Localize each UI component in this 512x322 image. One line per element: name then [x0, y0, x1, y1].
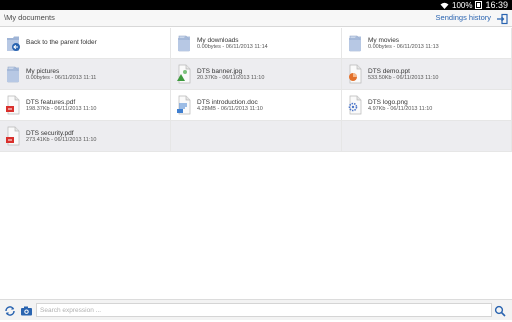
item-meta: 4.28MB - 06/11/2013 11:10	[197, 106, 263, 112]
refresh-icon[interactable]	[4, 304, 16, 316]
folder-icon	[5, 64, 21, 84]
item-name: My pictures	[26, 68, 60, 75]
battery-icon	[475, 1, 483, 9]
folder-icon	[347, 33, 363, 53]
item-name: DTS demo.ppt	[368, 68, 410, 75]
jpg-file-icon	[176, 64, 192, 84]
parent-folder-icon	[5, 33, 21, 53]
item-name: DTS introduction.doc	[197, 99, 258, 106]
folder-item[interactable]: My downloads 0.00bytes - 06/11/2013 11:14	[171, 28, 342, 59]
item-meta: 4.97Kb - 06/11/2013 11:10	[368, 106, 433, 112]
file-item[interactable]: DTS security.pdf 273.41Kb - 06/11/2013 11…	[0, 121, 171, 152]
pdf-file-icon	[5, 95, 21, 115]
empty-cell	[342, 121, 512, 152]
folder-item[interactable]: My movies 0.00bytes - 06/11/2013 11:13	[342, 28, 512, 59]
item-meta: 198.37Kb - 06/11/2013 11:10	[26, 106, 97, 112]
png-file-icon	[347, 95, 363, 115]
status-bar: 100% 16:39	[0, 0, 512, 10]
doc-file-icon	[176, 95, 192, 115]
search-input[interactable]	[36, 303, 492, 317]
file-item[interactable]: DTS introduction.doc 4.28MB - 06/11/2013 …	[171, 90, 342, 121]
item-meta: 0.00bytes - 06/11/2013 11:14	[197, 44, 268, 50]
parent-folder-item[interactable]: Back to the parent folder	[0, 28, 171, 59]
item-meta: 0.00bytes - 06/11/2013 11:13	[368, 44, 439, 50]
export-icon[interactable]	[496, 12, 508, 25]
bottom-toolbar	[0, 299, 512, 320]
camera-icon[interactable]	[20, 304, 33, 316]
sendings-history-link[interactable]: Sendings history	[436, 13, 491, 22]
item-name: DTS security.pdf	[26, 130, 74, 137]
folder-icon	[176, 33, 192, 53]
file-item[interactable]: DTS logo.png 4.97Kb - 06/11/2013 11:10	[342, 90, 512, 121]
item-name: DTS logo.png	[368, 99, 408, 106]
empty-cell	[171, 121, 342, 152]
file-item[interactable]: DTS banner.jpg 20.37Kb - 06/11/2013 11:10	[171, 59, 342, 90]
item-name: My downloads	[197, 37, 239, 44]
file-item[interactable]: DTS demo.ppt 533.50Kb - 06/11/2013 11:10	[342, 59, 512, 90]
item-meta: 0.00bytes - 06/11/2013 11:11	[26, 75, 97, 81]
item-meta: 533.50Kb - 06/11/2013 11:10	[368, 75, 439, 81]
clock: 16:39	[485, 0, 508, 10]
header-bar: \My documents Sendings history	[0, 10, 512, 27]
search-icon[interactable]	[494, 304, 506, 317]
wifi-icon	[440, 2, 449, 9]
item-name: DTS banner.jpg	[197, 68, 243, 75]
battery-percent: 100%	[452, 0, 473, 10]
ppt-file-icon	[347, 64, 363, 84]
item-name: DTS features.pdf	[26, 99, 76, 106]
pdf-file-icon	[5, 126, 21, 146]
file-item[interactable]: DTS features.pdf 198.37Kb - 06/11/2013 11…	[0, 90, 171, 121]
current-path: \My documents	[4, 13, 55, 22]
item-name: Back to the parent folder	[26, 39, 97, 46]
item-name: My movies	[368, 37, 400, 44]
folder-item[interactable]: My pictures 0.00bytes - 06/11/2013 11:11	[0, 59, 171, 90]
file-grid: Back to the parent folder My downloads 0.0…	[0, 28, 512, 152]
item-meta: 20.37Kb - 06/11/2013 11:10	[197, 75, 265, 81]
item-meta: 273.41Kb - 06/11/2013 11:10	[26, 137, 97, 143]
